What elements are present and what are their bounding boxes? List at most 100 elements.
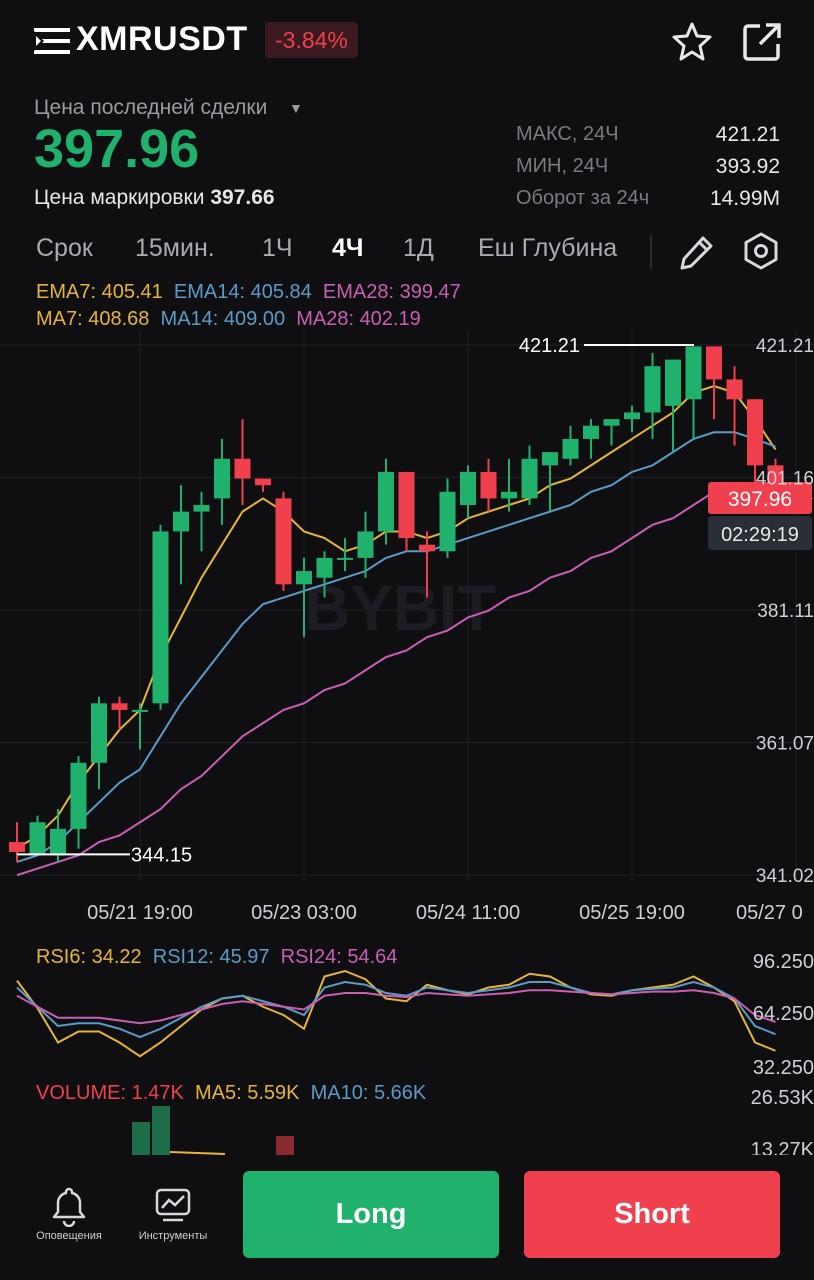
settings-icon[interactable] (739, 229, 783, 273)
candle-body (29, 822, 46, 856)
candle-body (624, 412, 640, 420)
tab-1h[interactable]: 1Ч (262, 234, 293, 263)
candle-body (562, 438, 579, 459)
mark-price: Цена маркировки 397.66 (34, 186, 275, 210)
ma-legend: MA7: 408.68 MA14: 409.00 MA28: 402.19 (36, 308, 421, 331)
short-button[interactable]: Short (524, 1171, 780, 1258)
y-axis-tick: 341.02 (756, 866, 814, 887)
nav-alerts[interactable]: Оповещения (24, 1185, 114, 1242)
stat-high-label: МАКС, 24Ч (516, 123, 619, 145)
high-marker-label: 421.21 (519, 335, 580, 357)
tab-more-depth[interactable]: Еш Глубина (478, 234, 617, 263)
ma14-label: MA14: 409.00 (160, 308, 286, 330)
mark-price-value: 397.66 (210, 186, 275, 209)
star-icon[interactable] (670, 20, 714, 64)
volume-tick: 26.53K (751, 1087, 814, 1109)
x-axis-tick: 05/27 0 (736, 902, 803, 924)
candle-body (357, 531, 374, 558)
tab-1d[interactable]: 1Д (403, 234, 434, 263)
y-axis-tick: 361.07 (756, 733, 814, 754)
mark-price-label: Цена маркировки (34, 186, 205, 209)
candle-body (603, 419, 620, 426)
candle-body (480, 471, 497, 499)
stat-turnover-value: 14.99M (709, 187, 780, 210)
volume-ma-line (169, 1151, 226, 1155)
rsi-line-1 (16, 980, 776, 1039)
x-axis-tick: 05/23 03:00 (251, 902, 357, 924)
nav-tools-label: Инструменты (138, 1230, 208, 1242)
price-type-label[interactable]: Цена последней сделки (34, 96, 267, 120)
candle-body (337, 557, 353, 560)
y-axis-tick: 401.16 (756, 469, 814, 490)
nav-tools[interactable]: Инструменты (128, 1185, 218, 1242)
candle-body (296, 571, 312, 585)
candle-body (255, 478, 271, 486)
volume-chart[interactable]: 26.53K 13.27K (0, 1080, 814, 1155)
candle-body (419, 544, 435, 552)
candle-body (193, 505, 210, 512)
candle-body (501, 491, 517, 499)
y-axis-tick: 381.11 (757, 601, 814, 622)
ema-legend: EMA7: 405.41 EMA14: 405.84 EMA28: 399.47 (36, 281, 461, 304)
ma7-label: MA7: 408.68 (36, 308, 150, 330)
rsi-chart[interactable]: 96.250 64.250 32.250 (0, 940, 814, 1080)
candle-body (706, 346, 722, 380)
ma-line-ema14 (16, 431, 776, 863)
tab-period[interactable]: Срок (36, 234, 93, 263)
candle-body (521, 458, 538, 499)
candle-body (152, 531, 169, 704)
tab-4h[interactable]: 4Ч (332, 234, 363, 263)
candle-body (583, 425, 599, 439)
rsi-tick: 64.250 (753, 1003, 814, 1025)
ma-line-ema28 (16, 484, 776, 877)
last-price: 397.96 (34, 119, 200, 179)
x-axis-tick: 05/24 11:00 (416, 902, 520, 924)
ma28-label: MA28: 402.19 (296, 308, 421, 330)
candle-body (9, 842, 25, 852)
pencil-icon[interactable] (675, 230, 719, 274)
long-button[interactable]: Long (243, 1171, 499, 1258)
stat-low-value: 393.92 (715, 155, 780, 178)
low-marker-label: 344.15 (131, 844, 192, 866)
symbol-title[interactable]: XMRUSDT (76, 20, 248, 59)
stat-low-label: МИН, 24Ч (516, 155, 609, 177)
stat-turnover-label: Оборот за 24ч (516, 187, 650, 209)
watermark-logo: BYBIT (304, 572, 496, 644)
chevron-down-icon[interactable]: ▼ (289, 100, 303, 116)
bell-icon (52, 1187, 86, 1228)
volume-bar (276, 1136, 294, 1155)
menu-icon[interactable] (34, 28, 70, 54)
tab-15m[interactable]: 15мин. (135, 234, 215, 263)
candle-body (398, 471, 415, 539)
ema14-label: EMA14: 405.84 (173, 281, 312, 303)
candle-body (275, 498, 292, 585)
divider (650, 235, 652, 269)
volume-bar (152, 1106, 170, 1155)
candle-body (665, 359, 681, 406)
candle-body (234, 458, 251, 479)
stat-high-value: 421.21 (715, 123, 780, 146)
tools-chart-icon (155, 1188, 191, 1222)
candle-body (214, 458, 230, 499)
ema28-label: EMA28: 399.47 (322, 281, 461, 303)
candle-body (111, 703, 128, 710)
rsi-tick: 32.250 (753, 1057, 814, 1079)
candle-body (439, 491, 456, 552)
ema7-label: EMA7: 405.41 (36, 281, 163, 303)
candle-body (50, 828, 66, 856)
candle-body (542, 452, 558, 466)
nav-alerts-label: Оповещения (36, 1230, 102, 1242)
candlestick-chart[interactable]: BYBIT 421.21 344.15 397.96 02:29:19 421.21 4… (0, 330, 814, 930)
volume-tick: 13.27K (751, 1139, 814, 1155)
current-price-label: 397.96 (728, 488, 792, 511)
candle-body (747, 399, 763, 466)
x-axis-tick: 05/25 19:00 (579, 902, 685, 924)
countdown-label: 02:29:19 (721, 524, 799, 546)
candle-body (132, 709, 148, 712)
share-icon[interactable] (740, 20, 784, 64)
candle-body (644, 366, 661, 413)
candle-body (726, 379, 743, 400)
candle-body (91, 703, 107, 763)
candle-body (685, 346, 702, 400)
candle-body (378, 471, 394, 532)
